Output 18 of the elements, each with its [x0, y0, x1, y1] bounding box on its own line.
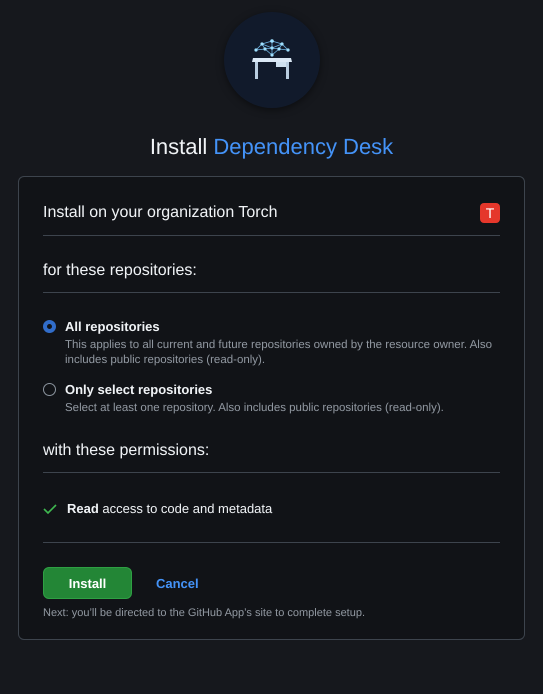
option-label[interactable]: Only select repositories — [65, 382, 444, 397]
organization-label: Install on your organization Torch — [43, 204, 278, 222]
radio-button[interactable] — [43, 320, 56, 333]
radio-button[interactable] — [43, 383, 56, 396]
check-icon — [43, 504, 57, 514]
organization-avatar: T — [480, 203, 500, 223]
option-label[interactable]: All repositories — [65, 319, 500, 334]
install-button[interactable]: Install — [43, 567, 132, 599]
permission-text: Read access to code and metadata — [67, 501, 272, 516]
cancel-link[interactable]: Cancel — [156, 576, 199, 590]
desk-network-icon — [250, 38, 294, 82]
option-description: Select at least one repository. Also includes public repositories (read-only). — [65, 401, 444, 416]
section-heading: with these permissions: — [43, 442, 210, 460]
page-title: Install Dependency Desk — [150, 134, 394, 160]
section-heading: for these repositories: — [43, 262, 197, 280]
option-description: This applies to all current and future repositories owned by the resource owner. Also includes public repositories (read-only). — [65, 338, 494, 368]
next-step-note: Next: you’ll be directed to the GitHub App’s site to complete setup. — [43, 607, 366, 619]
app-name-link[interactable]: Dependency Desk — [213, 134, 394, 159]
